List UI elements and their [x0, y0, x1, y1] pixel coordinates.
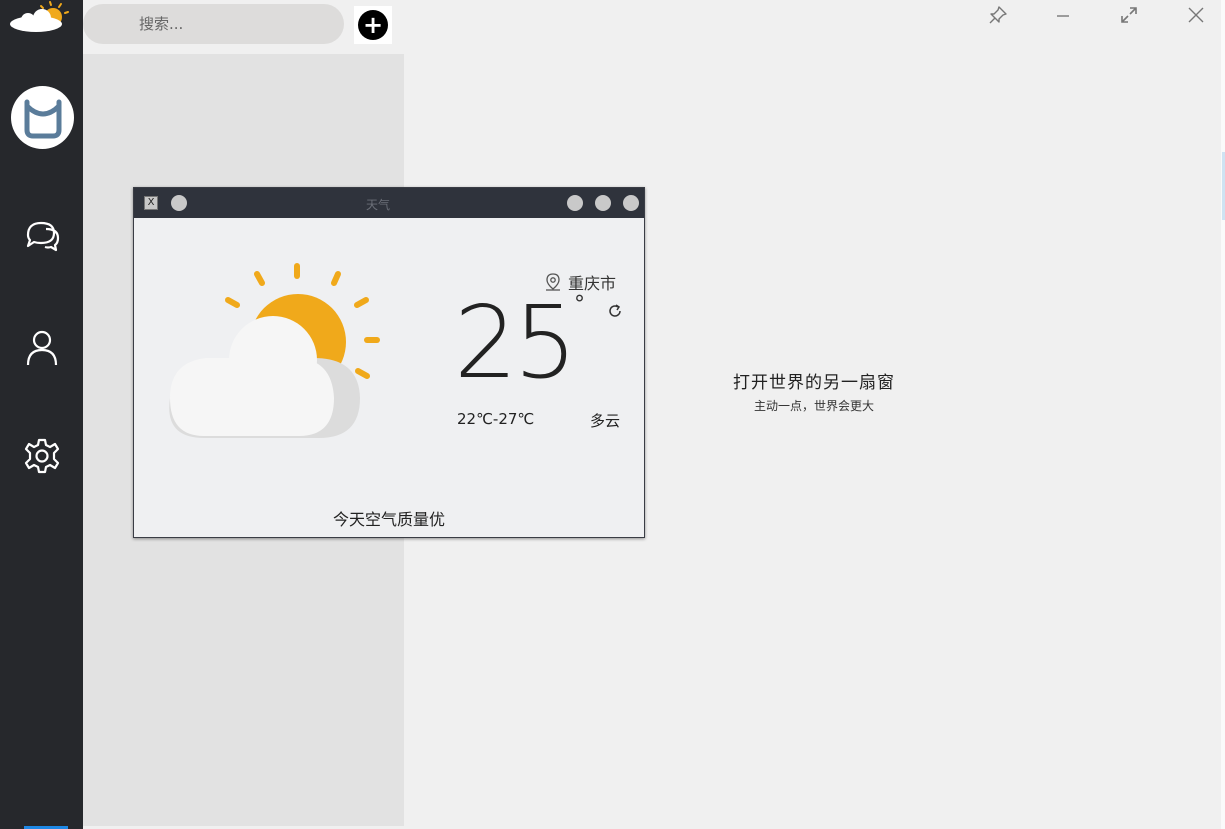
refresh-icon[interactable]	[606, 302, 624, 320]
close-button[interactable]	[1182, 2, 1210, 28]
air-quality-text: 今天空气质量优	[332, 510, 445, 529]
maximize-button[interactable]	[1115, 2, 1143, 28]
search-input[interactable]	[139, 15, 329, 33]
weather-maximize-button[interactable]	[595, 195, 611, 211]
sidebar-item-settings[interactable]	[22, 436, 62, 476]
close-icon	[1188, 7, 1204, 23]
chat-icon	[26, 221, 60, 252]
weather-logo-icon	[10, 1, 69, 32]
settings-icon	[24, 438, 60, 474]
window-dot-button[interactable]	[171, 195, 187, 211]
welcome-message: 打开世界的另一扇窗 主动一点，世界会更大	[660, 368, 968, 414]
pin-button[interactable]	[984, 2, 1012, 28]
sidebar-item-contacts[interactable]	[22, 327, 62, 367]
minimize-button[interactable]	[1049, 2, 1077, 28]
weather-minimize-button[interactable]	[567, 195, 583, 211]
expand-icon	[1121, 7, 1137, 23]
right-edge	[1221, 0, 1225, 829]
degree-symbol: °	[574, 292, 585, 317]
welcome-title: 打开世界的另一扇窗	[733, 373, 895, 393]
plus-icon: +	[358, 10, 388, 40]
weather-window-title: 天气	[365, 198, 390, 212]
search-box[interactable]	[83, 4, 344, 44]
pin-icon	[989, 6, 1007, 24]
minimize-icon	[1057, 15, 1069, 17]
app-icon: X	[144, 196, 158, 210]
temperature-value: 25	[454, 284, 577, 401]
avatar-bag-icon	[24, 99, 61, 138]
weather-close-button[interactable]	[623, 195, 639, 211]
weather-window: X 天气 重庆市 25 ° 22℃-27℃ 多云 今天空气质量优	[133, 187, 645, 538]
city-name: 重庆市	[568, 274, 617, 293]
weather-condition: 多云	[590, 412, 621, 430]
temperature-range: 22℃-27℃	[457, 410, 535, 428]
sidebar	[0, 0, 83, 829]
sidebar-item-chat[interactable]	[22, 217, 62, 257]
add-button[interactable]: +	[354, 6, 392, 44]
avatar[interactable]	[11, 86, 74, 149]
weather-window-titlebar[interactable]: X 天气	[134, 188, 644, 218]
welcome-subtitle: 主动一点，世界会更大	[753, 399, 874, 413]
user-icon	[26, 330, 58, 366]
partly-cloudy-icon	[169, 263, 380, 438]
